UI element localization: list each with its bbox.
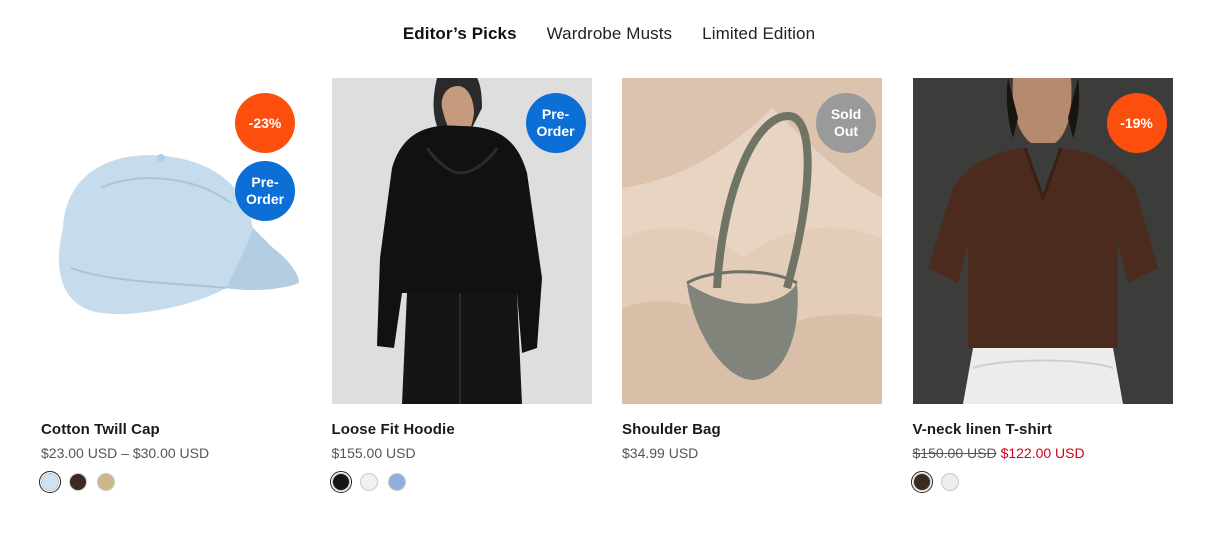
product-grid: -23% Pre- Order Cotton Twill Cap $23.00 … xyxy=(39,78,1203,493)
discount-badge: -19% xyxy=(1106,93,1167,153)
swatch-2[interactable] xyxy=(97,473,115,491)
color-swatches xyxy=(622,473,882,493)
product-title[interactable]: Loose Fit Hoodie xyxy=(332,421,592,438)
discount-badge: -23% xyxy=(235,93,295,153)
sale-price: $122.00 USD xyxy=(1000,445,1085,461)
color-swatches xyxy=(39,471,301,493)
preorder-badge: Pre- Order xyxy=(235,161,295,221)
product-image-tshirt[interactable]: -19% xyxy=(912,78,1173,404)
swatch-0[interactable] xyxy=(329,471,352,493)
product-title[interactable]: Cotton Twill Cap xyxy=(41,421,301,438)
product-price: $150.00 USD $122.00 USD xyxy=(913,445,1173,461)
swatch-0[interactable] xyxy=(39,471,61,493)
tab-limited-edition[interactable]: Limited Edition xyxy=(702,22,815,46)
product-price: $155.00 USD xyxy=(331,445,416,461)
color-swatches xyxy=(329,471,592,493)
product-image-hoodie[interactable]: Pre- Order xyxy=(331,78,592,404)
swatch-1[interactable] xyxy=(940,473,959,491)
product-card: Sold Out Shoulder Bag $34.99 USD xyxy=(622,78,882,493)
product-image-cap[interactable]: -23% Pre- Order xyxy=(41,78,301,404)
product-title[interactable]: Shoulder Bag xyxy=(622,421,882,438)
tab-wardrobe-musts[interactable]: Wardrobe Musts xyxy=(547,22,672,46)
product-price: $34.99 USD xyxy=(622,445,699,461)
preorder-badge: Pre- Order xyxy=(525,93,586,153)
soldout-badge: Sold Out xyxy=(816,93,876,153)
product-title[interactable]: V-neck linen T-shirt xyxy=(913,421,1173,438)
tab-editors-picks[interactable]: Editor’s Picks xyxy=(403,22,517,46)
swatch-0[interactable] xyxy=(910,471,933,493)
compare-at-price: $150.00 USD xyxy=(912,445,997,461)
product-card: -19% V-neck linen T-shirt $150.00 USD $12… xyxy=(910,78,1173,493)
swatch-2[interactable] xyxy=(387,473,406,491)
product-card: Pre- Order Loose Fit Hoodie $155.00 USD xyxy=(329,78,592,493)
product-image-bag[interactable]: Sold Out xyxy=(622,78,882,404)
collection-tabs: Editor’s Picks Wardrobe Musts Limited Ed… xyxy=(0,22,1218,46)
product-card: -23% Pre- Order Cotton Twill Cap $23.00 … xyxy=(39,78,301,493)
color-swatches xyxy=(910,471,1173,493)
swatch-1[interactable] xyxy=(359,473,378,491)
product-price: $23.00 USD – $30.00 USD xyxy=(41,445,210,461)
swatch-1[interactable] xyxy=(69,473,87,491)
